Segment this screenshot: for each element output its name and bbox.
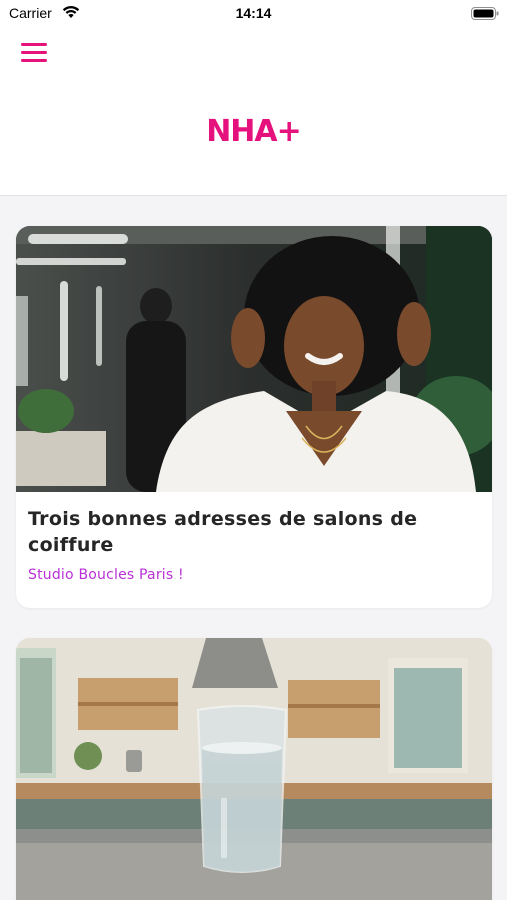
status-time: 14:14 — [235, 5, 272, 21]
hamburger-menu-icon[interactable] — [14, 38, 54, 68]
article-card[interactable] — [16, 638, 492, 900]
article-image-salon[interactable] — [16, 226, 492, 492]
status-bar: Carrier 14:14 — [0, 0, 507, 28]
article-subtitle[interactable]: Studio Boucles Paris ! — [28, 567, 480, 583]
app-header: NHA+ — [0, 28, 507, 196]
article-image-water-glass[interactable] — [16, 638, 492, 900]
app-logo: NHA+ — [206, 114, 302, 149]
article-title[interactable]: Trois bonnes adresses de salons de coiff… — [28, 506, 480, 558]
battery-icon — [471, 7, 499, 20]
article-card[interactable]: Trois bonnes adresses de salons de coiff… — [16, 226, 492, 608]
